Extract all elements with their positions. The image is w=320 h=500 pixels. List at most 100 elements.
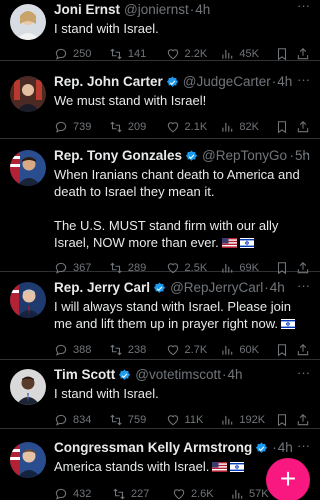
avatar[interactable]: [10, 150, 46, 186]
retweet-button[interactable]: 141: [109, 47, 166, 61]
tweet-time[interactable]: 4h: [228, 367, 243, 383]
separator-dot: ·: [272, 440, 277, 455]
reply-icon: [55, 344, 67, 356]
reply-button[interactable]: 432: [54, 487, 112, 500]
reply-icon: [55, 414, 67, 426]
tweet-text: I will always stand with Israel. Please …: [54, 298, 310, 333]
bookmark-icon: [278, 344, 287, 357]
tweet-time[interactable]: 4h: [277, 74, 292, 90]
reply-button[interactable]: 250: [54, 47, 109, 61]
avatar[interactable]: [10, 282, 46, 318]
views-count: 60K: [239, 344, 259, 356]
more-options-icon[interactable]: ···: [297, 366, 310, 379]
tweet-john-carter[interactable]: Rep. John Carter @JudgeCarter · 4h ··· W…: [0, 61, 320, 139]
tweet-time[interactable]: 4h: [278, 440, 293, 456]
retweet-button[interactable]: 238: [109, 343, 166, 357]
tweet-actions: 388 238 2.7K 60K: [54, 342, 310, 358]
retweet-count: 238: [127, 344, 147, 356]
tweet-time[interactable]: 4h: [270, 280, 285, 296]
share-button[interactable]: [296, 343, 310, 357]
tweet-text-body: When Iranians chant death to America and…: [54, 167, 300, 250]
bookmark-button[interactable]: [275, 413, 296, 427]
us-flag-icon: [221, 235, 237, 252]
author-handle[interactable]: @votetimscott: [135, 367, 221, 383]
reply-button[interactable]: 388: [54, 343, 109, 357]
views-icon: [232, 489, 243, 499]
reply-count: 388: [73, 344, 92, 356]
views-button[interactable]: 60K: [220, 343, 275, 357]
author-name[interactable]: Joni Ernst: [54, 2, 120, 18]
author-name[interactable]: Rep. Jerry Carl: [54, 280, 150, 296]
more-options-icon[interactable]: ···: [297, 147, 310, 160]
avatar[interactable]: [10, 4, 46, 40]
author-name[interactable]: Rep. John Carter: [54, 74, 163, 90]
author-handle[interactable]: @RepTonyGo...: [202, 148, 288, 164]
more-options-icon[interactable]: ···: [297, 0, 310, 12]
share-button[interactable]: [296, 413, 310, 427]
share-button[interactable]: [296, 120, 310, 134]
views-button[interactable]: 192K: [220, 413, 275, 427]
author-handle[interactable]: @RepJerryCarl: [170, 280, 263, 296]
like-button[interactable]: 2.7K: [166, 343, 221, 357]
retweet-button[interactable]: 227: [112, 487, 172, 500]
retweet-icon: [110, 344, 122, 356]
tweet-time[interactable]: 4h: [195, 2, 210, 18]
separator-dot: ·: [222, 367, 227, 382]
reply-icon: [55, 48, 67, 60]
tweet-actions: 250 141 2.2K 45K: [54, 46, 310, 62]
more-options-icon[interactable]: ···: [297, 279, 310, 292]
bookmark-button[interactable]: [275, 343, 296, 357]
tweet-text-body: America stands with Israel.: [54, 459, 210, 474]
views-button[interactable]: 82K: [220, 120, 275, 134]
author-handle[interactable]: @joniernst: [124, 2, 189, 18]
tweet-actions: 739 209 2.1K 82K: [54, 119, 310, 135]
tweet-joni-ernst[interactable]: Joni Ernst @joniernst · 4h ··· I stand w…: [0, 0, 320, 61]
like-button[interactable]: 11K: [166, 413, 221, 427]
share-icon: [297, 414, 309, 426]
author-name[interactable]: Congressman Kelly Armstrong: [54, 440, 252, 456]
avatar[interactable]: [10, 369, 46, 405]
like-button[interactable]: 2.1K: [166, 120, 221, 134]
share-button[interactable]: [296, 47, 310, 61]
retweet-button[interactable]: 209: [109, 120, 166, 134]
author-handle[interactable]: @JudgeCarter: [183, 74, 271, 90]
tweet-jerry-carl[interactable]: Rep. Jerry Carl @RepJerryCarl · 4h ··· I…: [0, 272, 320, 360]
reply-button[interactable]: 834: [54, 413, 109, 427]
like-button[interactable]: 2.2K: [166, 47, 221, 61]
bookmark-button[interactable]: [275, 120, 296, 134]
reply-count: 250: [73, 48, 92, 60]
heart-icon: [167, 49, 178, 60]
tweet-tim-scott[interactable]: Tim Scott @votetimscott · 4h ··· I stand…: [0, 360, 320, 429]
author-name[interactable]: Tim Scott: [54, 367, 115, 383]
tweet-tony-gonzales[interactable]: Rep. Tony Gonzales @RepTonyGo... · 5h ··…: [0, 139, 320, 275]
avatar[interactable]: [10, 76, 46, 112]
more-options-icon[interactable]: ···: [297, 73, 310, 86]
like-button[interactable]: 2.6K: [172, 487, 230, 500]
retweet-button[interactable]: 759: [109, 413, 166, 427]
avatar[interactable]: [10, 442, 46, 478]
heart-icon: [167, 122, 178, 133]
author-name[interactable]: Rep. Tony Gonzales: [54, 148, 182, 164]
like-count: 2.6K: [191, 488, 214, 500]
compose-tweet-button[interactable]: +: [266, 458, 310, 500]
views-count: 45K: [239, 48, 259, 60]
tweet-text: I stand with Israel.: [54, 386, 159, 401]
retweet-icon: [110, 414, 122, 426]
more-options-icon[interactable]: ···: [297, 439, 310, 452]
reply-button[interactable]: 739: [54, 120, 109, 134]
tweet-text: When Iranians chant death to America and…: [54, 166, 310, 252]
views-count: 82K: [239, 121, 259, 133]
separator-dot: ·: [264, 280, 269, 295]
separator-dot: ·: [189, 2, 195, 17]
reply-count: 739: [73, 121, 92, 133]
retweet-count: 759: [127, 414, 147, 426]
bookmark-icon: [278, 48, 287, 61]
reply-icon: [55, 121, 67, 133]
bookmark-button[interactable]: [275, 47, 296, 61]
views-button[interactable]: 45K: [220, 47, 275, 61]
bookmark-icon: [278, 414, 287, 427]
tweet-text: We must stand with Israel!: [54, 93, 207, 108]
heart-icon: [173, 489, 185, 500]
verified-badge-icon: [166, 76, 179, 89]
like-count: 2.7K: [184, 344, 208, 356]
